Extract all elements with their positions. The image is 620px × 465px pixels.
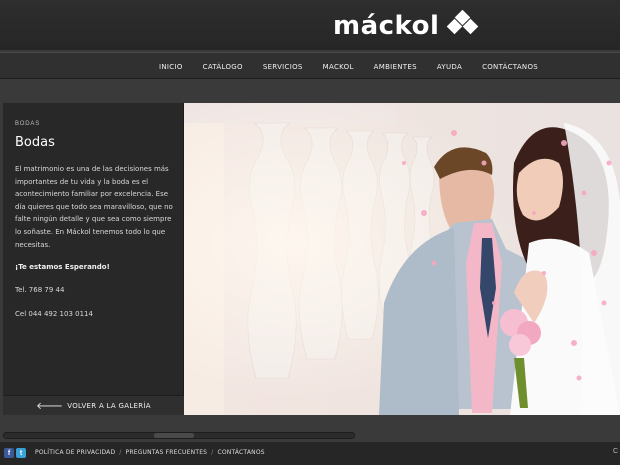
site-logo[interactable]: máckol: [333, 9, 483, 42]
footer-separator: /: [211, 449, 214, 456]
nav-item-ambientes[interactable]: AMBIENTES: [364, 63, 427, 71]
footer-links: POLÍTICA DE PRIVACIDAD / PREGUNTAS FRECU…: [35, 449, 265, 456]
footer-link-contact[interactable]: CONTÁCTANOS: [217, 449, 264, 456]
info-sidebar: BODAS Bodas El matrimonio es una de las …: [3, 103, 184, 415]
logo-text: máckol: [333, 11, 440, 41]
site-footer: f t POLÍTICA DE PRIVACIDAD / PREGUNTAS F…: [0, 442, 620, 465]
spacer: [0, 80, 620, 103]
scroll-track[interactable]: [3, 432, 355, 439]
nav-item-catalogo[interactable]: CATÁLOGO: [193, 63, 253, 71]
wedding-photo: [184, 103, 620, 415]
page-title: Bodas: [15, 135, 55, 150]
nav-item-mackol[interactable]: MACKOL: [313, 63, 364, 71]
scroll-thumb[interactable]: [154, 433, 194, 438]
diamond-logo-icon: [443, 9, 483, 42]
main-navigation: INICIO CATÁLOGO SERVICIOS MACKOL AMBIENT…: [0, 52, 620, 79]
nav-item-servicios[interactable]: SERVICIOS: [253, 63, 313, 71]
breadcrumb: BODAS: [15, 121, 41, 127]
nav-menu: INICIO CATÁLOGO SERVICIOS MACKOL AMBIENT…: [149, 53, 548, 80]
nav-item-ayuda[interactable]: AYUDA: [427, 63, 472, 71]
tagline: ¡Te estamos Esperando!: [15, 263, 110, 271]
arrow-left-icon: 🡐: [36, 400, 64, 412]
facebook-icon[interactable]: f: [4, 448, 14, 458]
twitter-icon[interactable]: t: [16, 448, 26, 458]
description-text: El matrimonio es una de las decisiones m…: [15, 165, 173, 249]
nav-item-contactanos[interactable]: CONTÁCTANOS: [472, 63, 548, 71]
main-content: BODAS Bodas El matrimonio es una de las …: [3, 103, 620, 415]
back-label: VOLVER A LA GALERÍA: [67, 401, 151, 410]
back-to-gallery-button[interactable]: 🡐 VOLVER A LA GALERÍA: [3, 395, 184, 415]
site-header: máckol: [0, 0, 620, 50]
footer-link-faq[interactable]: PREGUNTAS FRECUENTES: [126, 449, 208, 456]
footer-separator: /: [119, 449, 122, 456]
cell-number: Cel 044 492 103 0114: [15, 310, 93, 318]
footer-right-text: C: [612, 448, 618, 455]
nav-item-inicio[interactable]: INICIO: [149, 63, 193, 71]
footer-link-privacy[interactable]: POLÍTICA DE PRIVACIDAD: [35, 449, 115, 456]
horizontal-scrollbar[interactable]: [0, 430, 620, 442]
phone-number: Tel. 768 79 44: [15, 286, 65, 294]
